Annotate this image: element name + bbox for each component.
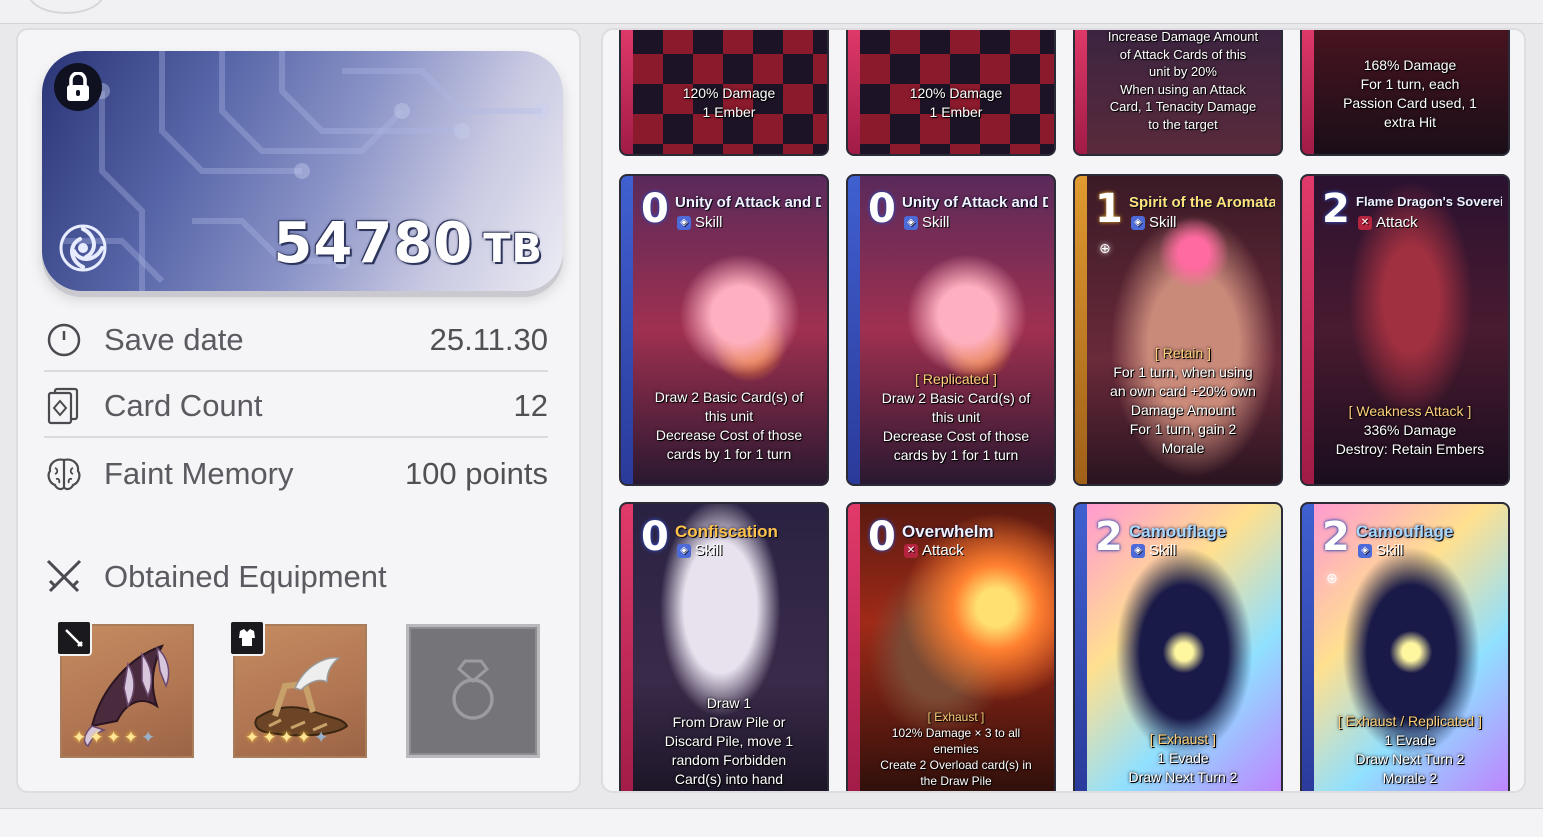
faint-memory-label: Faint Memory (104, 456, 294, 491)
card-type: ◈ Skill (1131, 214, 1177, 231)
card-cost: 0 (868, 186, 896, 232)
skill-icon: ◈ (677, 215, 691, 230)
card-type: ◈ Skill (677, 214, 723, 231)
skill-icon: ◈ (1131, 215, 1145, 230)
card-description: 168% Damage For 1 turn, each Passion Card… (1343, 57, 1477, 130)
card-cost: 0 (641, 186, 669, 232)
card-spirit-of-the-aromata[interactable]: 1 Spirit of the Aromata ◈ Skill ⊕ [ Retai… (1073, 174, 1283, 486)
ring-icon (452, 659, 494, 720)
card-top-3[interactable]: Increase Damage Amount of Attack Cards of… (1073, 29, 1283, 156)
card-count-label: Card Count (104, 388, 263, 423)
card-description: 120% Damage 1 Ember (909, 85, 1003, 120)
card-name: Unity of Attack and Defense (902, 194, 1048, 211)
card-overwhelm[interactable]: 0 Overwhelm ✕ Attack [ Exhaust ] 102% Dam… (846, 502, 1056, 791)
rarity-stars: ✦ ✦ ✦ ✦ ✦ (72, 728, 156, 747)
card-name: Overwhelm (902, 522, 994, 541)
card-type: ◈ Skill (677, 542, 723, 559)
card-type: ◈ Skill (904, 214, 950, 231)
card-name: Spirit of the Aromata (1129, 194, 1275, 211)
card-cost: 2 (1095, 514, 1123, 560)
save-date-row: Save date 25.11.30 (44, 310, 548, 372)
card-top-4[interactable]: 168% Damage For 1 turn, each Passion Card… (1300, 30, 1510, 156)
card-camouflage-replicated[interactable]: 2 Camouflage ◈ Skill ⊕ [ Exhaust / Replic… (1300, 502, 1510, 791)
card-description: [ Weakness Attack ] 336% Damage Destroy: … (1316, 402, 1504, 459)
spiral-logo-icon (59, 224, 107, 272)
crossed-swords-icon (46, 559, 82, 593)
equipment-slot-accessory-empty[interactable] (406, 624, 540, 758)
skill-icon: ◈ (677, 543, 691, 558)
top-bar (0, 0, 1543, 24)
card-type: ✕ Attack (1358, 214, 1418, 231)
card-count-row: Card Count 12 (44, 376, 548, 438)
card-name: Confiscation (675, 522, 778, 541)
skill-icon: ◈ (904, 215, 918, 230)
card-camouflage[interactable]: 2 Camouflage ◈ Skill [ Exhaust ] 1 Evade D… (1073, 502, 1283, 791)
card-top-2[interactable]: 120% Damage 1 Ember (846, 30, 1056, 156)
card-unity-of-attack-and-defense-replicated[interactable]: 0 Unity of Attack and Defense ◈Skill [ R… (846, 174, 1056, 486)
equipment-slot-weapon[interactable]: ✦ ✦ ✦ ✦ ✦ (56, 620, 194, 758)
clock-icon (44, 320, 84, 360)
skill-icon: ◈ (1131, 543, 1145, 558)
card-type: ◈ Skill (1358, 542, 1404, 559)
tb-unit: TB (483, 226, 543, 272)
card-top-1[interactable]: 120% Damage 1 Ember (619, 30, 829, 156)
card-tag: [ Replicated ] (915, 371, 997, 387)
card-description: [ Exhaust ] 102% Damage × 3 to all enemie… (862, 709, 1050, 789)
save-date-value: 25.11.30 (429, 322, 548, 357)
card-unity-of-attack-and-defense[interactable]: 0 Unity of Attack and Defense ◈Skill Dra… (619, 174, 829, 486)
card-cost: 0 (868, 514, 896, 560)
faint-memory-value: 100 points (404, 456, 548, 491)
bottom-bar (0, 808, 1543, 837)
card-description: [ Retain ] For 1 turn, when using an own … (1089, 344, 1277, 458)
save-banner: 54780 TB (42, 51, 563, 291)
attack-icon: ✕ (904, 543, 918, 558)
card-name: Camouflage (1129, 522, 1227, 541)
card-tag: [ Exhaust ] (927, 710, 985, 724)
lock-icon[interactable] (54, 63, 102, 111)
card-name: Unity of Attack and Defense (675, 194, 821, 211)
card-cost: 2 (1322, 514, 1350, 560)
card-tag: [ Weakness Attack ] (1348, 403, 1472, 419)
rarity-stars: ✦ ✦ ✦ ✦ ✦ (245, 728, 329, 747)
equipment-slot-armor[interactable]: ✦ ✦ ✦ ✦ ✦ (229, 620, 367, 758)
card-name: Flame Dragon's Sovereignty (1356, 194, 1502, 209)
attack-icon: ✕ (1358, 215, 1372, 230)
card-description: [ Exhaust ] 1 Evade Draw Next Turn 2 (1089, 730, 1277, 787)
tb-number: 54780 (273, 211, 474, 276)
card-description: [ Exhaust / Replicated ] 1 Evade Draw Nex… (1316, 712, 1504, 788)
card-confiscation[interactable]: 0 Confiscation ◈ Skill Draw 1 From Draw Pi… (619, 502, 829, 791)
save-date-label: Save date (104, 322, 244, 357)
card-description: Draw 2 Basic Card(s) of this unit Decreas… (654, 389, 804, 462)
top-nub (28, 0, 104, 14)
faint-memory-row: Faint Memory 100 points (44, 443, 548, 505)
skill-icon: ◈ (1358, 543, 1372, 558)
target-icon: ⊕ (1326, 570, 1338, 586)
card-count-value: 12 (513, 388, 548, 423)
card-description: Draw 1 From Draw Pile or Discard Pile, mo… (664, 695, 794, 787)
card-deck-panel: 120% Damage 1 Ember 120% Damage 1 Ember In… (601, 28, 1526, 793)
card-tag: [ Retain ] (1154, 345, 1212, 361)
card-description: [ Replicated ] Draw 2 Basic Card(s) of th… (862, 370, 1050, 465)
target-icon: ⊕ (1099, 240, 1111, 256)
tb-value: 54780 TB (273, 211, 543, 276)
card-icon (44, 386, 84, 426)
card-cost: 0 (641, 514, 669, 560)
card-tag: [ Exhaust / Replicated ] (1338, 713, 1482, 729)
card-type: ◈ Skill (1131, 542, 1177, 559)
card-cost: 1 (1095, 186, 1123, 232)
save-info-panel: 54780 TB Save date 25.11.30 Card Count 1… (16, 28, 581, 793)
equipment-header: Obtained Equipment (44, 555, 387, 599)
card-type: ✕ Attack (904, 542, 964, 559)
brain-icon (44, 454, 84, 494)
card-flame-dragons-sovereignty[interactable]: 2 Flame Dragon's Sovereignty ✕Attack [ W… (1300, 174, 1510, 486)
equipment-title: Obtained Equipment (104, 559, 387, 594)
card-description: Increase Damage Amount of Attack Cards of… (1107, 29, 1259, 132)
card-name: Camouflage (1356, 522, 1454, 541)
card-description: 120% Damage 1 Ember (682, 85, 776, 120)
card-tag: [ Exhaust ] (1149, 731, 1217, 747)
card-cost: 2 (1322, 186, 1350, 232)
